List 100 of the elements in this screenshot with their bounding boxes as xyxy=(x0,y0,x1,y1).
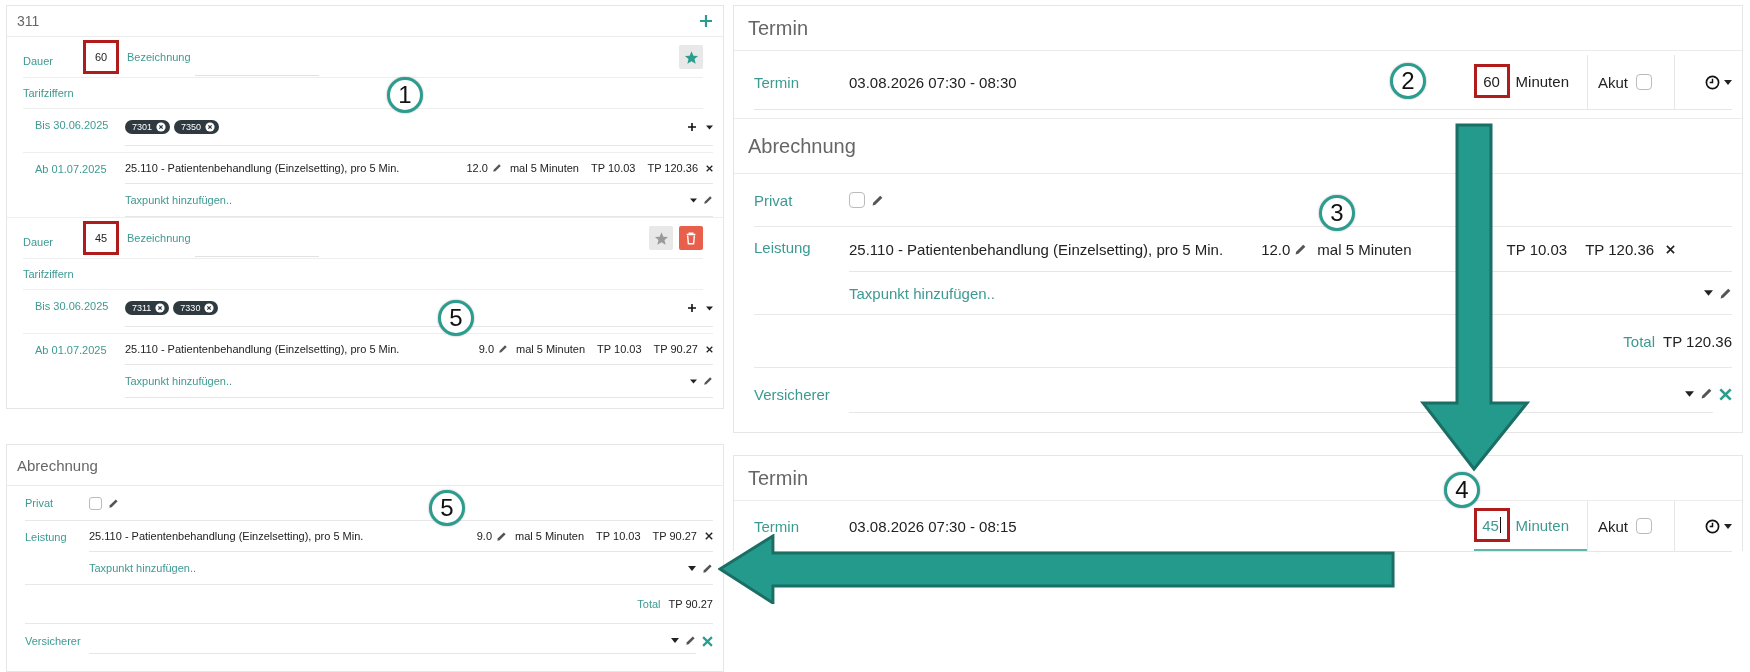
private-checkbox[interactable] xyxy=(849,192,865,208)
service-description: 25.110 - Patientenbehandlung (Einzelsetting), pro 5 Min. xyxy=(849,240,1224,258)
pencil-icon[interactable] xyxy=(703,376,713,386)
pencil-icon[interactable] xyxy=(1294,242,1308,256)
caret-icon[interactable] xyxy=(688,565,696,571)
total-label: Total xyxy=(637,598,661,610)
section-label: Tarifziffern xyxy=(23,87,74,99)
rate-value: TP 10.03 xyxy=(597,343,642,355)
pencil-icon[interactable] xyxy=(1719,286,1732,300)
add-tax-point-field[interactable]: Taxpunkt hinzufügen.. xyxy=(125,375,233,387)
field-label: Termin xyxy=(754,73,800,91)
field-label: Leistung xyxy=(25,530,68,543)
favorite-button[interactable] xyxy=(679,45,703,69)
section-title: Termin xyxy=(748,466,808,490)
pencil-icon[interactable] xyxy=(702,562,713,574)
caret-icon[interactable] xyxy=(1685,390,1694,397)
caret-icon[interactable] xyxy=(706,124,713,130)
trash-icon xyxy=(684,231,698,245)
pencil-icon[interactable] xyxy=(491,163,502,173)
field-label: Versicherer xyxy=(25,635,82,647)
duration-field[interactable]: 60 xyxy=(83,40,119,74)
remove-icon[interactable] xyxy=(204,303,215,313)
remove-icon[interactable] xyxy=(156,122,167,132)
service-description: 25.110 - Patientenbehandlung (Einzelsetting), pro 5 Min. xyxy=(89,530,364,542)
clock-icon[interactable] xyxy=(1705,74,1720,90)
amount-value: TP 90.27 xyxy=(653,343,698,355)
caret-icon[interactable] xyxy=(690,378,697,384)
add-tax-point-field[interactable]: Taxpunkt hinzufügen.. xyxy=(89,562,197,574)
section-title: Termin xyxy=(748,16,808,40)
code-tag[interactable]: 7330 xyxy=(173,301,219,315)
star-icon xyxy=(653,230,669,246)
rate-value: TP 10.03 xyxy=(591,162,636,174)
caret-icon[interactable] xyxy=(1704,290,1713,296)
clear-icon[interactable] xyxy=(702,635,713,647)
field-label: Dauer xyxy=(23,55,54,67)
add-icon[interactable] xyxy=(688,304,696,312)
delete-button[interactable] xyxy=(679,226,703,250)
add-tax-point-field[interactable]: Taxpunkt hinzufügen.. xyxy=(849,284,995,302)
duration-field[interactable]: 45 xyxy=(83,221,119,255)
star-icon xyxy=(683,49,699,65)
unit-text: Minuten xyxy=(1515,72,1569,90)
date-time-value: 03.08.2026 07:30 - 08:15 xyxy=(849,517,1017,535)
close-icon[interactable] xyxy=(1666,244,1676,254)
code-tag[interactable]: 7311 xyxy=(125,301,170,315)
code-tag[interactable]: 7350 xyxy=(174,120,220,134)
section-label: Tarifziffern xyxy=(23,268,74,280)
field-label: Akut xyxy=(1598,517,1628,535)
remove-icon[interactable] xyxy=(205,122,216,132)
clear-icon[interactable] xyxy=(1719,387,1732,401)
pencil-icon[interactable] xyxy=(498,344,508,354)
field-label: Bezeichnung xyxy=(127,232,191,244)
quantity-value: 12.0 xyxy=(1261,240,1291,258)
add-icon[interactable] xyxy=(688,123,696,131)
close-icon[interactable] xyxy=(705,532,713,540)
unit-text: mal 5 Minuten xyxy=(515,530,585,542)
field-label: Akut xyxy=(1598,73,1628,91)
period-label: Bis 30.06.2025 xyxy=(35,118,110,131)
period-label: Ab 01.07.2025 xyxy=(35,162,108,175)
code-tag[interactable]: 7301 xyxy=(125,120,171,134)
private-checkbox[interactable] xyxy=(89,496,102,510)
rate-value: TP 10.03 xyxy=(596,530,641,542)
pencil-icon[interactable] xyxy=(871,193,884,207)
period-label: Ab 01.07.2025 xyxy=(35,343,108,356)
date-time-value: 03.08.2026 07:30 - 08:30 xyxy=(849,73,1017,91)
field-label: Privat xyxy=(754,191,794,209)
total-value: TP 90.27 xyxy=(668,598,713,610)
total-value: TP 120.36 xyxy=(1663,332,1732,350)
quantity-value: 12.0 xyxy=(466,162,488,174)
field-label: Privat xyxy=(25,497,55,509)
caret-icon[interactable] xyxy=(690,197,697,203)
close-icon[interactable] xyxy=(706,345,713,353)
pencil-icon[interactable] xyxy=(1700,387,1713,400)
section-title: Abrechnung xyxy=(17,456,98,474)
duration-field[interactable]: 60 xyxy=(1473,64,1510,98)
caret-icon[interactable] xyxy=(706,305,713,311)
caret-icon[interactable] xyxy=(1724,523,1732,529)
field-label: Termin xyxy=(754,517,800,535)
pencil-icon[interactable] xyxy=(703,195,713,205)
caret-icon[interactable] xyxy=(1724,79,1732,85)
clock-icon[interactable] xyxy=(1705,518,1720,534)
field-label: Bezeichnung xyxy=(127,51,191,63)
unit-text: Minuten xyxy=(1515,516,1569,534)
close-icon[interactable] xyxy=(706,164,713,172)
caret-icon[interactable] xyxy=(671,638,679,643)
unit-text: mal 5 Minuten xyxy=(1317,240,1412,258)
pencil-icon[interactable] xyxy=(496,530,507,542)
total-label: Total xyxy=(1623,332,1656,350)
service-description: 25.110 - Patientenbehandlung (Einzelsetting), pro 5 Min. xyxy=(125,343,400,355)
acute-checkbox[interactable] xyxy=(1636,74,1652,90)
unit-text: mal 5 Minuten xyxy=(509,162,579,174)
service-description: 25.110 - Patientenbehandlung (Einzelsetting), pro 5 Min. xyxy=(125,162,400,174)
pencil-icon[interactable] xyxy=(108,497,119,509)
section-title: Abrechnung xyxy=(748,134,856,158)
acute-checkbox[interactable] xyxy=(1636,518,1652,534)
period-label: Bis 30.06.2025 xyxy=(35,299,110,312)
add-tax-point-field[interactable]: Taxpunkt hinzufügen.. xyxy=(125,194,233,206)
remove-icon[interactable] xyxy=(155,303,166,313)
card-title: 311 xyxy=(17,13,40,29)
amount-value: TP 90.27 xyxy=(652,530,697,542)
pencil-icon[interactable] xyxy=(685,635,696,646)
